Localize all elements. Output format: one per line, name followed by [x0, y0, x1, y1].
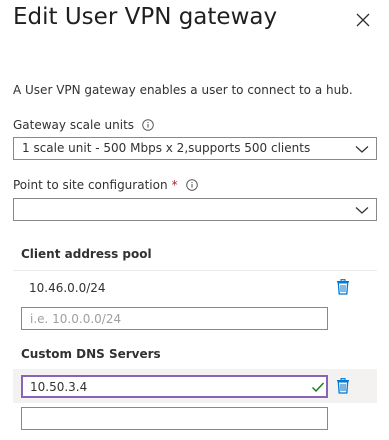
gateway-scale-units-value: 1 scale unit - 500 Mbps x 2,supports 500…	[22, 141, 311, 155]
gateway-scale-units-dropdown[interactable]: 1 scale unit - 500 Mbps x 2,supports 500…	[13, 137, 377, 160]
edit-user-vpn-gateway-panel: Edit User VPN gateway A User VPN gateway…	[0, 0, 389, 440]
panel-title: Edit User VPN gateway	[13, 4, 278, 30]
trash-icon	[336, 279, 350, 295]
point-to-site-label-row: Point to site configuration *	[13, 178, 198, 192]
custom-dns-servers-heading: Custom DNS Servers	[21, 347, 161, 361]
dns-server-new-input[interactable]	[21, 407, 328, 430]
close-button[interactable]	[353, 10, 373, 30]
chevron-down-icon	[355, 204, 369, 216]
delete-dns-server-button[interactable]	[336, 378, 350, 394]
client-address-pool-entry: 10.46.0.0/24	[29, 281, 106, 295]
delete-client-address-button[interactable]	[336, 279, 350, 295]
point-to-site-dropdown[interactable]	[13, 198, 377, 221]
info-icon[interactable]	[142, 119, 154, 131]
dns-server-input[interactable]	[21, 375, 328, 398]
point-to-site-label: Point to site configuration	[13, 178, 168, 192]
client-address-pool-heading: Client address pool	[21, 247, 152, 261]
info-icon[interactable]	[185, 179, 198, 191]
checkmark-icon	[311, 381, 325, 393]
panel-description: A User VPN gateway enables a user to con…	[13, 83, 353, 97]
divider	[13, 270, 377, 271]
client-address-pool-new-input[interactable]	[21, 307, 328, 330]
close-icon	[353, 10, 373, 30]
gateway-scale-units-label: Gateway scale units	[13, 118, 135, 132]
trash-icon	[336, 378, 350, 394]
gateway-scale-units-label-row: Gateway scale units	[13, 118, 154, 132]
chevron-down-icon	[355, 143, 369, 155]
required-marker: *	[171, 178, 178, 192]
